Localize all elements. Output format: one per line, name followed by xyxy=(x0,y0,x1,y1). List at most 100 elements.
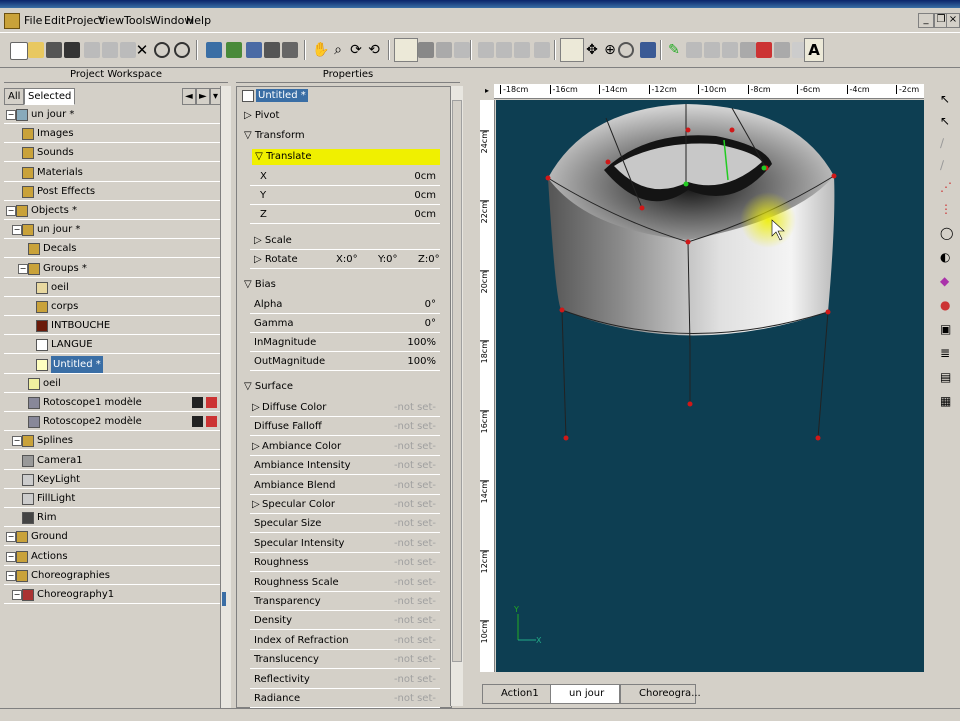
surface-row[interactable]: Specular Size -not set- xyxy=(250,515,440,534)
translate-mode-button[interactable] xyxy=(560,38,584,62)
tab-selected[interactable]: Selected xyxy=(24,88,76,105)
tree-expander-icon[interactable]: − xyxy=(6,206,16,216)
tree-item[interactable]: oeil xyxy=(4,375,220,393)
extrude-icon[interactable] xyxy=(496,42,512,58)
tree-expander-icon[interactable]: − xyxy=(6,110,16,120)
rotate-icon[interactable] xyxy=(618,42,634,58)
tree-expander-icon[interactable]: − xyxy=(12,436,22,447)
grid-tool-icon[interactable]: ▦ xyxy=(940,394,954,408)
visibility-icon[interactable] xyxy=(192,416,203,428)
surface-row[interactable]: Specular Intensity -not set- xyxy=(250,534,440,553)
delete-icon[interactable]: ✕ xyxy=(134,42,150,58)
tree-item[interactable]: − Actions xyxy=(4,548,220,566)
redo-icon[interactable] xyxy=(174,42,190,58)
surface-row-value[interactable]: -not set- xyxy=(394,593,436,610)
tab-choreography[interactable]: Choreogra... xyxy=(620,684,701,704)
z-value[interactable]: 0cm xyxy=(414,206,436,223)
remove-icon[interactable] xyxy=(206,416,217,428)
menu-help[interactable]: Help xyxy=(186,14,211,27)
tree-item[interactable]: − Groups * xyxy=(4,260,220,278)
surface-row[interactable]: Roughness -not set- xyxy=(250,554,440,573)
copy-icon[interactable] xyxy=(102,42,118,58)
translate-z-row[interactable]: Z 0cm xyxy=(250,206,440,224)
remove-icon[interactable] xyxy=(206,397,217,408)
transform-section[interactable]: ▽ Transform xyxy=(244,130,305,141)
menu-tools[interactable]: Tools xyxy=(124,14,151,27)
scale-icon[interactable]: ⊕ xyxy=(602,42,618,58)
tab-un-jour[interactable]: un jour xyxy=(550,684,620,704)
tree-expander-icon[interactable]: − xyxy=(12,225,22,236)
move-icon[interactable]: ✥ xyxy=(584,42,600,58)
tree-item[interactable]: − Choreography1 xyxy=(4,586,220,604)
ruler-menu-icon[interactable]: ▸ xyxy=(480,84,494,98)
tree-item[interactable]: − un jour * xyxy=(4,221,220,240)
object-name[interactable]: Untitled * xyxy=(256,89,308,102)
text-tool-button[interactable]: A xyxy=(804,38,824,62)
rotate-x-value[interactable]: X:0° xyxy=(336,251,358,268)
surface-row-value[interactable]: -not set- xyxy=(394,438,436,455)
scale-row[interactable]: ▷ Scale xyxy=(250,232,440,250)
translate-x-row[interactable]: X 0cm xyxy=(250,168,440,186)
record-icon[interactable]: ● xyxy=(940,298,954,312)
translate-y-row[interactable]: Y 0cm xyxy=(250,187,440,205)
rotate-z-value[interactable]: Z:0° xyxy=(418,251,440,268)
smooth-icon[interactable] xyxy=(704,42,720,58)
add-bone-icon[interactable]: ∕ xyxy=(940,158,954,172)
tree-item[interactable]: − Choreographies xyxy=(4,567,220,585)
gamma-value[interactable]: 0° xyxy=(425,315,436,332)
x-value[interactable]: 0cm xyxy=(414,168,436,185)
properties-scroll-thumb[interactable] xyxy=(452,100,462,662)
surface-row-value[interactable]: -not set- xyxy=(394,477,436,494)
surface-row[interactable]: ▷ Ambiance Color -not set- xyxy=(250,437,440,456)
surface-row[interactable]: Diffuse Falloff -not set- xyxy=(250,418,440,437)
lathe-2-icon[interactable] xyxy=(514,42,530,58)
tree-expander-icon[interactable]: − xyxy=(6,551,16,562)
hand-icon[interactable]: ✋ xyxy=(312,42,329,58)
turn-icon[interactable]: ⟳ xyxy=(348,42,364,58)
tree-expander-icon[interactable]: − xyxy=(18,263,28,274)
bone-tool-icon[interactable]: ∕ xyxy=(940,136,954,150)
tree-item[interactable]: Images xyxy=(4,125,220,144)
tree-item[interactable]: KeyLight xyxy=(4,471,220,489)
surface-row[interactable]: Ambiance Intensity -not set- xyxy=(250,457,440,476)
tab-prev-icon[interactable]: ◄ xyxy=(182,88,196,105)
hook-icon[interactable] xyxy=(722,42,738,58)
play-icon[interactable] xyxy=(282,42,298,58)
peak-icon[interactable] xyxy=(686,42,702,58)
shape-icon[interactable]: ◐ xyxy=(940,250,954,264)
zoom-icon[interactable]: ⌕ xyxy=(330,42,346,58)
sound-icon[interactable] xyxy=(534,42,550,58)
lathe-tool-icon[interactable]: ◆ xyxy=(940,274,954,288)
tree-item[interactable]: INTBOUCHE xyxy=(4,317,220,336)
surface-row-value[interactable]: -not set- xyxy=(394,418,436,435)
surface-row[interactable]: Index of Refraction -not set- xyxy=(250,631,440,650)
surface-row-value[interactable]: -not set- xyxy=(394,457,436,474)
lock-icon[interactable] xyxy=(264,42,280,58)
alpha-value[interactable]: 0° xyxy=(425,296,436,313)
tree-item[interactable]: FillLight xyxy=(4,490,220,508)
surface-row-value[interactable]: -not set- xyxy=(394,632,436,649)
tree-item[interactable]: oeil xyxy=(4,279,220,297)
printer-icon[interactable]: ▤ xyxy=(940,370,954,384)
rotate-row[interactable]: ▷ Rotate X:0° Y:0° Z:0° xyxy=(250,251,440,269)
y-value[interactable]: 0cm xyxy=(414,187,436,204)
stack-icon[interactable]: ≣ xyxy=(940,346,954,360)
surface-row[interactable]: Roughness Scale -not set- xyxy=(250,573,440,592)
menu-view[interactable]: View xyxy=(98,14,124,27)
surface-row[interactable]: Transparency -not set- xyxy=(250,593,440,611)
lasso-icon[interactable]: ◯ xyxy=(940,226,954,240)
surface-row-value[interactable]: -not set- xyxy=(394,399,436,416)
expand-arrow-icon[interactable]: ▷ xyxy=(252,438,260,455)
lathe-icon[interactable] xyxy=(478,42,494,58)
tree-item[interactable]: − Splines xyxy=(4,432,220,451)
flip-normals-icon[interactable] xyxy=(756,42,772,58)
add-cp-icon[interactable]: ⋮ xyxy=(940,202,954,216)
surface-row-value[interactable]: -not set- xyxy=(394,515,436,532)
object-checkbox[interactable] xyxy=(242,90,254,102)
out-magnitude-value[interactable]: 100% xyxy=(407,353,436,370)
tab-next-icon[interactable]: ► xyxy=(196,88,210,105)
translate-row[interactable]: ▽ Translate xyxy=(252,149,440,165)
visibility-icon[interactable] xyxy=(192,397,203,408)
tree-expander-icon[interactable]: − xyxy=(12,590,22,600)
close-icon[interactable]: × xyxy=(946,13,960,28)
